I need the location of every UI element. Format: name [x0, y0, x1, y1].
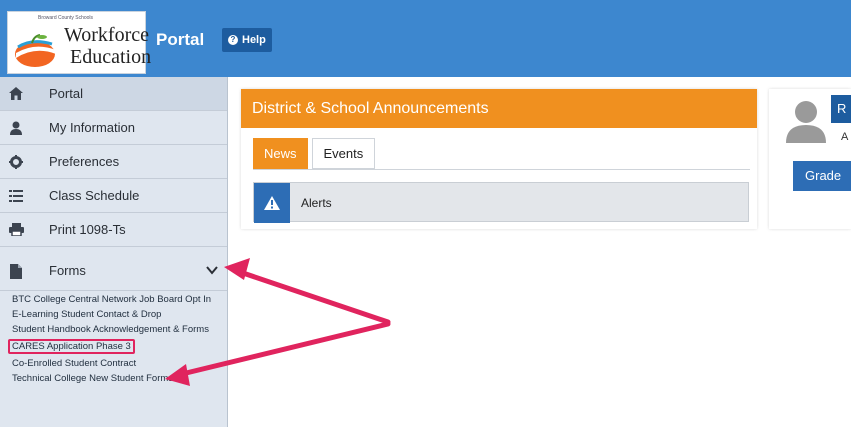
- alerts-label: Alerts: [301, 196, 332, 210]
- arrow-to-forms: [224, 258, 391, 325]
- form-link-new-student-forms[interactable]: Technical College New Student Forms: [12, 373, 224, 384]
- gear-icon: [8, 154, 24, 170]
- logo-text-education: Education: [70, 46, 152, 68]
- question-circle-icon: ?: [228, 35, 238, 45]
- user-icon: [8, 120, 24, 136]
- logo-text-workforce: Workforce: [64, 24, 150, 46]
- sidebar-item-label: Print 1098-Ts: [49, 222, 126, 237]
- sidebar-item-class-schedule[interactable]: Class Schedule: [0, 179, 227, 213]
- sidebar-item-my-information[interactable]: My Information: [0, 111, 227, 145]
- warning-icon: [254, 183, 290, 223]
- profile-subtext: A: [841, 131, 849, 143]
- form-link-cares-application[interactable]: CARES Application Phase 3: [8, 339, 135, 354]
- sidebar-item-label: Class Schedule: [49, 188, 140, 203]
- home-icon: [8, 86, 24, 102]
- top-header: Broward County Schools Workforce Educati…: [0, 0, 851, 77]
- sidebar-item-preferences[interactable]: Preferences: [0, 145, 227, 179]
- apple-logo-icon: [15, 34, 56, 67]
- announcements-panel: District & School Announcements News Eve…: [241, 89, 757, 229]
- sidebar-item-print-1098-ts[interactable]: Print 1098-Ts: [0, 213, 227, 247]
- workforce-education-logo[interactable]: Broward County Schools Workforce Educati…: [7, 11, 151, 74]
- tab-divider: [253, 169, 750, 170]
- print-icon: [8, 222, 24, 238]
- sidebar-item-forms[interactable]: Forms: [0, 251, 227, 291]
- form-link-student-handbook[interactable]: Student Handbook Acknowledgement & Forms: [12, 324, 224, 335]
- grades-button[interactable]: Grade: [793, 161, 851, 191]
- logo-district-text: Broward County Schools: [38, 15, 94, 21]
- chevron-down-icon[interactable]: [205, 263, 219, 277]
- forms-submenu: BTC College Central Network Job Board Op…: [8, 294, 224, 388]
- sidebar-item-portal[interactable]: Portal: [0, 77, 227, 111]
- sidebar-item-label: Preferences: [49, 154, 120, 169]
- sidebar-item-label: Forms: [49, 263, 86, 278]
- file-icon: [8, 263, 24, 279]
- alerts-section[interactable]: Alerts: [253, 182, 749, 223]
- help-label: Help: [242, 34, 266, 46]
- tab-news[interactable]: News: [253, 138, 308, 169]
- avatar: [786, 101, 826, 143]
- announcement-tabs: News Events: [253, 138, 376, 169]
- form-link-btc-job-board[interactable]: BTC College Central Network Job Board Op…: [12, 294, 224, 305]
- profile-panel: R A Grade: [769, 89, 851, 229]
- page-title: Portal: [156, 30, 205, 49]
- sidebar: Portal My Information Preferences Class …: [0, 77, 228, 427]
- help-button[interactable]: ? Help: [222, 28, 272, 52]
- sidebar-item-label: My Information: [49, 120, 135, 135]
- tab-events[interactable]: Events: [311, 138, 376, 169]
- form-link-e-learning-contact-drop[interactable]: E-Learning Student Contact & Drop: [12, 309, 224, 320]
- profile-name: R: [831, 95, 851, 123]
- form-link-co-enrolled-contract[interactable]: Co-Enrolled Student Contract: [12, 358, 224, 369]
- announcements-title: District & School Announcements: [241, 89, 757, 128]
- sidebar-item-label: Portal: [49, 86, 83, 101]
- list-icon: [8, 188, 24, 204]
